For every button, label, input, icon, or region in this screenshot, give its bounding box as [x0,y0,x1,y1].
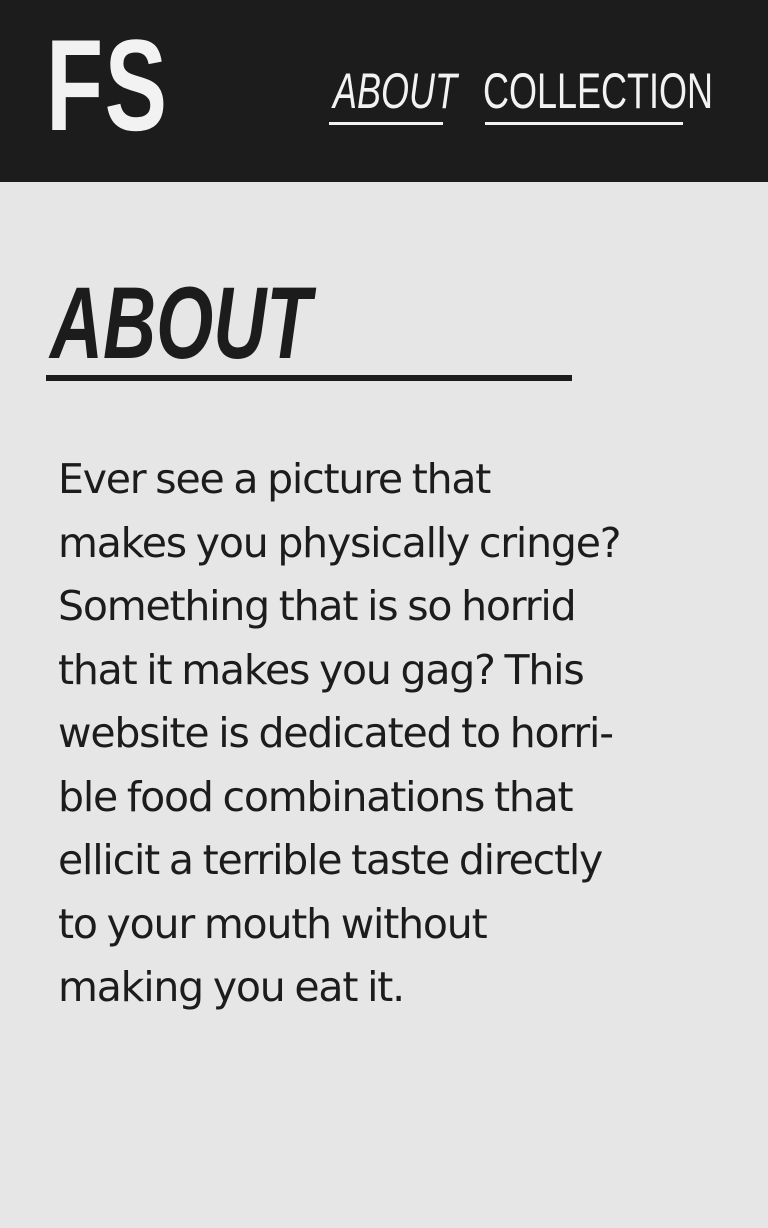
nav-collection-underline [485,122,683,125]
page-title: ABOUT [50,266,312,380]
title-divider [46,375,572,381]
site-logo[interactable]: FS [46,20,168,150]
nav-link-about[interactable]: ABOUT [333,66,457,116]
site-header: FS ABOUT COLLECTION [0,0,768,182]
nav-link-collection[interactable]: COLLECTION [483,66,713,116]
about-paragraph: Ever see a picture that makes you physic… [58,455,621,1011]
nav-about-underline [329,122,443,125]
